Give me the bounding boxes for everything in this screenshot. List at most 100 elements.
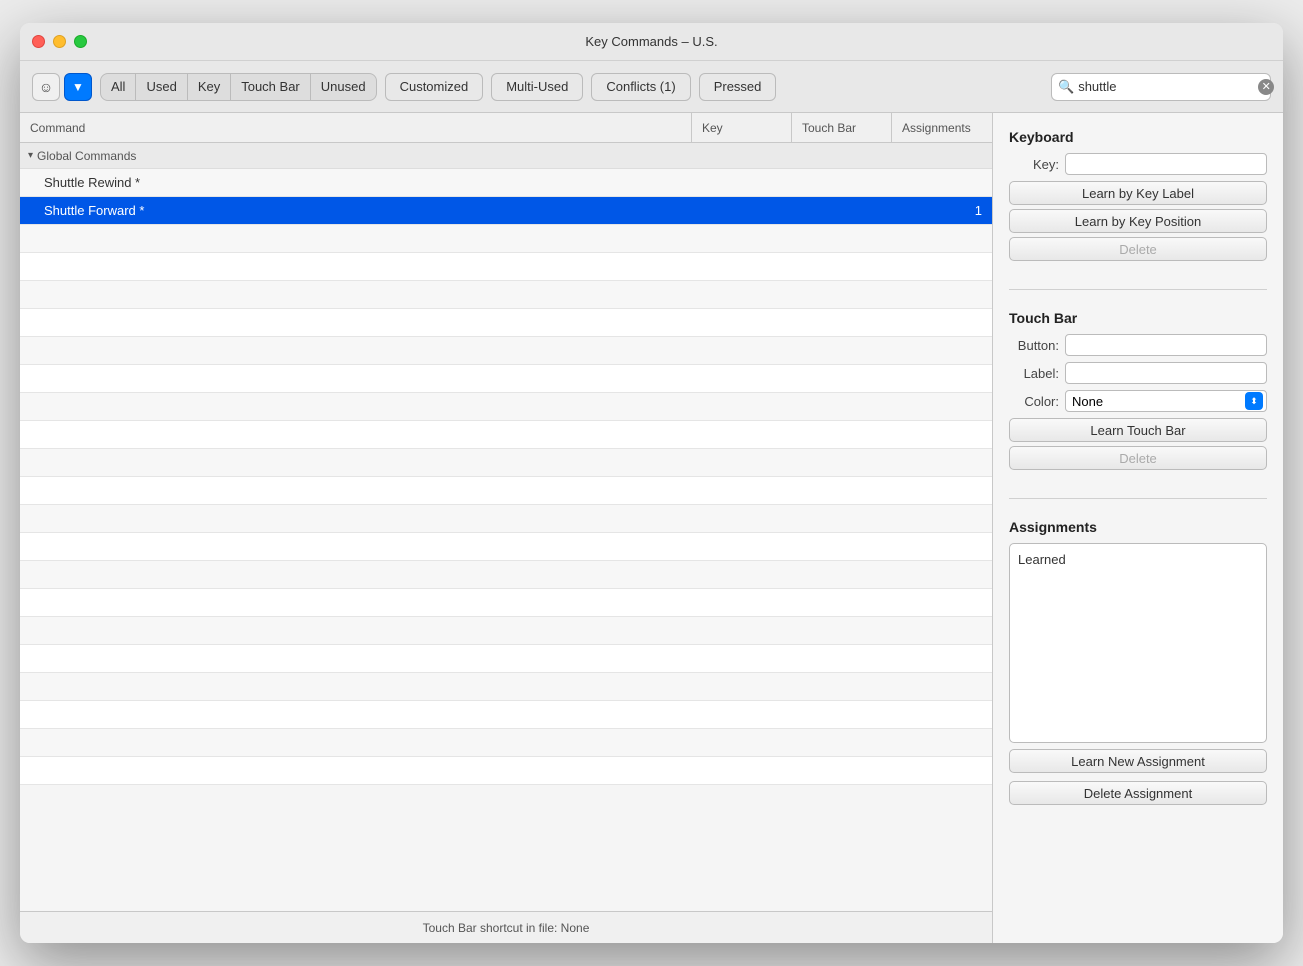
dropdown-btn[interactable]: ▼ [64, 73, 92, 101]
key-input[interactable] [1065, 153, 1267, 175]
table-row [20, 673, 992, 701]
empty-cell [892, 701, 992, 728]
label-label: Label: [1009, 366, 1059, 381]
close-button[interactable] [32, 35, 45, 48]
customized-btn[interactable]: Customized [385, 73, 484, 101]
row-command: Shuttle Forward * [20, 197, 692, 224]
delete-assignment-btn[interactable]: Delete Assignment [1009, 781, 1267, 805]
color-select[interactable]: None Red Orange Yellow Green Blue Purple [1065, 390, 1267, 412]
empty-cell [892, 449, 992, 476]
assignments-section: Assignments Learned Learn New Assignment… [1009, 519, 1267, 809]
emoji-icon-btn[interactable]: ☺ [32, 73, 60, 101]
header-command: Command [20, 113, 692, 142]
main-window: Key Commands – U.S. ☺ ▼ All Used Key Tou… [20, 23, 1283, 943]
empty-cell [692, 645, 792, 672]
table-row [20, 449, 992, 477]
row-key [692, 169, 792, 196]
assignments-box: Learned [1009, 543, 1267, 743]
table-row [20, 757, 992, 785]
delete-keyboard-btn[interactable]: Delete [1009, 237, 1267, 261]
table-row [20, 421, 992, 449]
conflicts-btn[interactable]: Conflicts (1) [591, 73, 690, 101]
header-key: Key [692, 113, 792, 142]
window-title: Key Commands – U.S. [585, 34, 717, 49]
empty-cell [892, 477, 992, 504]
empty-cell [692, 393, 792, 420]
empty-cell [892, 757, 992, 784]
group-chevron-icon: ▾ [28, 150, 33, 161]
table-row[interactable]: Shuttle Rewind * [20, 169, 992, 197]
empty-cell [792, 505, 892, 532]
multi-used-btn[interactable]: Multi-Used [491, 73, 583, 101]
label-row: Label: [1009, 362, 1267, 384]
empty-cell [20, 225, 692, 252]
empty-cell [792, 561, 892, 588]
empty-cell [892, 589, 992, 616]
search-wrapper: 🔍 ✕ [1051, 73, 1271, 101]
maximize-button[interactable] [74, 35, 87, 48]
filter-all[interactable]: All [101, 74, 136, 100]
group-label: Global Commands [37, 149, 136, 163]
empty-cell [792, 449, 892, 476]
learn-touch-bar-btn[interactable]: Learn Touch Bar [1009, 418, 1267, 442]
touchbar-section: Touch Bar Button: Label: Color: None Red [1009, 310, 1267, 474]
empty-cell [692, 309, 792, 336]
status-text: Touch Bar shortcut in file: None [423, 921, 590, 935]
empty-cell [692, 225, 792, 252]
empty-cell [20, 757, 692, 784]
table-header: Command Key Touch Bar Assignments [20, 113, 992, 143]
key-label: Key: [1009, 157, 1059, 172]
empty-cell [692, 617, 792, 644]
empty-cell [892, 281, 992, 308]
toolbar-left: ☺ ▼ [32, 73, 92, 101]
learn-new-assignment-btn[interactable]: Learn New Assignment [1009, 749, 1267, 773]
filter-group: All Used Key Touch Bar Unused [100, 73, 377, 101]
header-assignments: Assignments [892, 113, 992, 142]
learn-key-label-btn[interactable]: Learn by Key Label [1009, 181, 1267, 205]
status-bar: Touch Bar shortcut in file: None [20, 911, 992, 943]
empty-cell [792, 393, 892, 420]
empty-cell [892, 561, 992, 588]
emoji-icon: ☺ [39, 79, 53, 95]
button-input[interactable] [1065, 334, 1267, 356]
table-row [20, 477, 992, 505]
label-input[interactable] [1065, 362, 1267, 384]
traffic-lights [32, 35, 87, 48]
search-clear-button[interactable]: ✕ [1258, 79, 1274, 95]
empty-cell [20, 561, 692, 588]
table-row [20, 589, 992, 617]
table-row [20, 225, 992, 253]
table-body[interactable]: ▾ Global Commands Shuttle Rewind * Shutt… [20, 143, 992, 911]
main-content: Command Key Touch Bar Assignments ▾ Glob… [20, 113, 1283, 943]
minimize-button[interactable] [53, 35, 66, 48]
search-input[interactable] [1078, 79, 1254, 94]
search-icon: 🔍 [1058, 79, 1074, 95]
toolbar: ☺ ▼ All Used Key Touch Bar Unused Custom… [20, 61, 1283, 113]
touchbar-section-title: Touch Bar [1009, 310, 1267, 326]
filter-unused[interactable]: Unused [311, 74, 376, 100]
filter-touchbar[interactable]: Touch Bar [231, 74, 311, 100]
button-row: Button: [1009, 334, 1267, 356]
table-row [20, 505, 992, 533]
empty-cell [20, 477, 692, 504]
divider-2 [1009, 498, 1267, 499]
row-key [692, 197, 792, 224]
learn-key-position-btn[interactable]: Learn by Key Position [1009, 209, 1267, 233]
empty-cell [692, 337, 792, 364]
pressed-btn[interactable]: Pressed [699, 73, 777, 101]
empty-cell [20, 701, 692, 728]
sidebar: Keyboard Key: Learn by Key Label Learn b… [993, 113, 1283, 943]
empty-cell [692, 757, 792, 784]
empty-cell [20, 393, 692, 420]
empty-cell [692, 421, 792, 448]
empty-cell [20, 505, 692, 532]
button-label: Button: [1009, 338, 1059, 353]
row-touchbar [792, 197, 892, 224]
empty-cell [892, 505, 992, 532]
delete-touch-bar-btn[interactable]: Delete [1009, 446, 1267, 470]
table-row[interactable]: Shuttle Forward * 1 [20, 197, 992, 225]
filter-key[interactable]: Key [188, 74, 231, 100]
assignments-content: Learned [1018, 552, 1066, 567]
filter-used[interactable]: Used [136, 74, 187, 100]
group-row-global[interactable]: ▾ Global Commands [20, 143, 992, 169]
